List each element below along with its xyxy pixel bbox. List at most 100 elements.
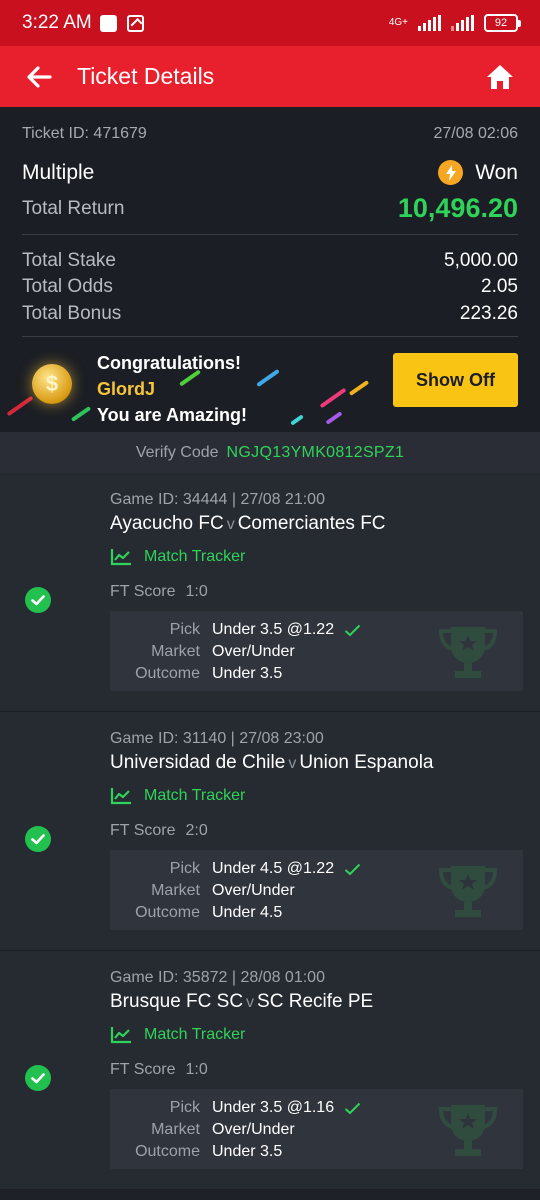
chart-line-icon [110, 788, 131, 805]
status-bar: 3:22 AM 4G+ 92 [0, 0, 540, 46]
verify-code-value[interactable]: NGJQ13YMK0812SPZ1 [227, 444, 405, 462]
home-team: Brusque FC SC [110, 991, 244, 1012]
ticket-type: Multiple [22, 160, 95, 184]
ft-score-value: 1:0 [185, 583, 208, 600]
page-title: Ticket Details [77, 63, 215, 89]
ticket-status: Won [475, 160, 518, 184]
chart-line-icon [110, 1027, 131, 1044]
chart-line-icon [110, 549, 131, 566]
pick-details: Pick Under 3.5 @1.16 Market Over/Under O… [110, 1089, 523, 1169]
pick-label: Pick [169, 621, 200, 638]
home-icon[interactable] [482, 59, 518, 95]
pick-details: Pick Under 3.5 @1.22 Market Over/Under O… [110, 611, 523, 691]
match-teams: Universidad de Chile v Union Espanola [110, 752, 433, 774]
outcome-label: Outcome [135, 665, 200, 682]
pick-value: Under 4.5 @1.22 [212, 860, 335, 877]
market-value: Over/Under [212, 643, 295, 660]
total-stake-value: 5,000.00 [444, 250, 518, 271]
match-tracker-label: Match Tracker [144, 787, 246, 804]
pick-value: Under 3.5 @1.22 [212, 621, 335, 638]
notification-icon [99, 14, 117, 32]
checkmark-icon [344, 624, 361, 636]
match-teams: Brusque FC SC v SC Recife PE [110, 991, 373, 1013]
ticket-datetime: 27/08 02:06 [433, 125, 518, 142]
total-odds-label: Total Odds [22, 276, 113, 297]
match-card: Game ID: 35872 | 28/08 01:00 Brusque FC … [0, 951, 540, 1190]
signal-icon-2 [451, 15, 474, 31]
show-off-button[interactable]: Show Off [393, 353, 518, 407]
battery-level: 92 [494, 17, 508, 29]
checkmark-icon [344, 1102, 361, 1114]
pick-label: Pick [169, 1099, 200, 1116]
pick-details: Pick Under 4.5 @1.22 Market Over/Under O… [110, 850, 523, 930]
ft-score-value: 2:0 [185, 822, 208, 839]
status-time: 3:22 AM [22, 12, 92, 33]
confetti-streak [348, 380, 370, 396]
divider [22, 336, 518, 337]
pick-label: Pick [169, 860, 200, 877]
home-team: Universidad de Chile [110, 752, 286, 773]
confetti-streak [70, 406, 92, 422]
ft-score: FT Score 2:0 [110, 822, 208, 840]
game-meta: Game ID: 31140 | 27/08 23:00 [110, 730, 324, 747]
market-label: Market [151, 643, 200, 660]
congrats-subtitle: You are Amazing! [97, 405, 248, 425]
match-card: Game ID: 34444 | 27/08 21:00 Ayacucho FC… [0, 473, 540, 712]
network-type: 4G+ [388, 17, 408, 28]
verify-code-bar: Verify Code NGJQ13YMK0812SPZ1 [0, 432, 540, 473]
app-bar: Ticket Details [0, 46, 540, 107]
upload-icon [126, 14, 144, 32]
pick-value: Under 3.5 @1.16 [212, 1099, 335, 1116]
match-tracker-link[interactable]: Match Tracker [110, 1026, 245, 1044]
away-team: SC Recife PE [257, 991, 374, 1012]
total-bonus-value: 223.26 [459, 303, 518, 324]
game-meta: Game ID: 34444 | 27/08 21:00 [110, 491, 325, 508]
confetti-streak [256, 368, 280, 388]
match-tracker-label: Match Tracker [144, 548, 246, 565]
check-circle-icon [25, 826, 51, 852]
home-team: Ayacucho FC [110, 513, 224, 534]
coin-icon: $ [32, 364, 72, 404]
verify-code-label: Verify Code [135, 443, 219, 461]
total-return-label: Total Return [22, 197, 125, 219]
ticket-summary: Ticket ID: 471679 27/08 02:06 Multiple W… [0, 107, 540, 432]
vs-label: v [288, 755, 297, 772]
match-tracker-link[interactable]: Match Tracker [110, 787, 245, 805]
divider [22, 234, 518, 235]
outcome-label: Outcome [135, 904, 200, 921]
confetti-streak [290, 414, 304, 426]
away-team: Comerciantes FC [237, 513, 386, 534]
game-meta: Game ID: 35872 | 28/08 01:00 [110, 969, 325, 986]
vs-label: v [246, 994, 255, 1011]
ft-score-value: 1:0 [185, 1061, 208, 1078]
check-circle-icon [25, 587, 51, 613]
battery-icon: 92 [484, 14, 521, 32]
match-teams: Ayacucho FC v Comerciantes FC [110, 513, 386, 535]
check-circle-icon [25, 1065, 51, 1091]
back-arrow-icon[interactable] [22, 60, 56, 94]
match-tracker-label: Match Tracker [144, 1026, 246, 1043]
outcome-value: Under 3.5 [212, 1143, 283, 1160]
away-team: Union Espanola [299, 752, 434, 773]
checkmark-icon [344, 863, 361, 875]
total-odds-value: 2.05 [481, 276, 518, 297]
total-bonus-label: Total Bonus [22, 303, 122, 324]
confetti-streak [325, 411, 343, 425]
outcome-value: Under 4.5 [212, 904, 283, 921]
lightning-icon [438, 160, 464, 185]
match-tracker-link[interactable]: Match Tracker [110, 548, 245, 566]
market-value: Over/Under [212, 882, 295, 899]
ft-score-label: FT Score [110, 1061, 176, 1078]
ft-score: FT Score 1:0 [110, 1061, 208, 1079]
match-card: Game ID: 31140 | 27/08 23:00 Universidad… [0, 712, 540, 951]
confetti-streak [319, 387, 347, 409]
market-label: Market [151, 1121, 200, 1138]
congrats-title: Congratulations! [97, 353, 241, 373]
vs-label: v [226, 516, 235, 533]
total-stake-label: Total Stake [22, 250, 116, 271]
market-value: Over/Under [212, 1121, 295, 1138]
ticket-id: Ticket ID: 471679 [22, 125, 147, 142]
confetti-streak [6, 395, 34, 417]
total-return-value: 10,496.20 [397, 193, 518, 223]
market-label: Market [151, 882, 200, 899]
